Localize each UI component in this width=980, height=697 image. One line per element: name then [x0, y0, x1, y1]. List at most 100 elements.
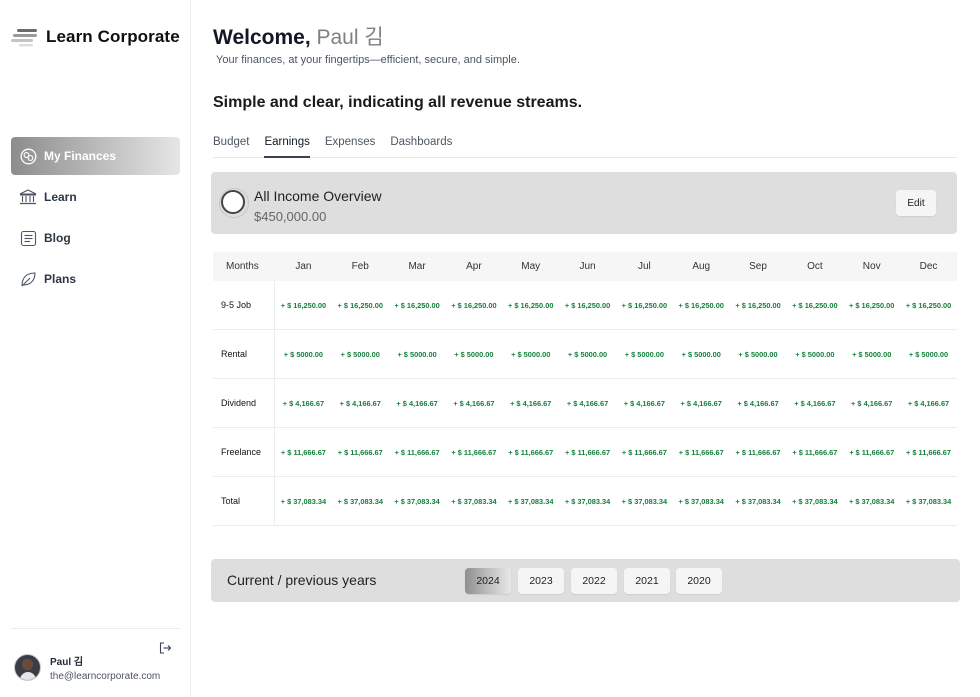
table-cell: + $ 5000.00 — [454, 349, 494, 359]
row-label: 9-5 Job — [213, 281, 275, 329]
year-button-2020[interactable]: 2020 — [676, 568, 722, 594]
tab-dashboards[interactable]: Dashboards — [390, 134, 452, 157]
table-cell: + $ 5000.00 — [852, 349, 892, 359]
table-cell: + $ 4,166.67 — [907, 398, 950, 408]
table-cell: + $ 37,083.34 — [564, 496, 611, 506]
tab-expenses[interactable]: Expenses — [325, 134, 376, 157]
table-cell: + $ 37,083.34 — [848, 496, 895, 506]
table-cell: + $ 4,166.67 — [737, 398, 779, 408]
table-cell: + $ 37,083.34 — [621, 496, 668, 506]
month-header: Feb — [351, 261, 369, 272]
table-cell: + $ 4,166.67 — [566, 398, 609, 408]
table-cell: + $ 11,666.67 — [678, 447, 724, 457]
table-cell: + $ 11,666.67 — [337, 447, 383, 457]
sidebar-item-label: Learn — [44, 190, 77, 204]
section-title: Simple and clear, indicating all revenue… — [213, 94, 583, 111]
sidebar-item-my-finances[interactable]: My Finances — [11, 137, 180, 175]
table-cell: + $ 5000.00 — [908, 349, 949, 359]
overview-amount: $450,000.00 — [254, 209, 327, 224]
months-header: Months — [226, 261, 259, 272]
sidebar-item-learn[interactable]: Learn — [11, 178, 180, 216]
year-button-2021[interactable]: 2021 — [624, 568, 670, 594]
month-header: Aug — [692, 261, 711, 272]
table-cell: + $ 4,166.67 — [623, 398, 666, 408]
table-cell: + $ 5000.00 — [567, 349, 608, 359]
table-row: Dividend + $ 4,166.67 + $ 4,166.67 + $ 4,16… — [213, 379, 957, 428]
table-cell: + $ 11,666.67 — [792, 447, 838, 457]
table-cell: + $ 11,666.67 — [451, 447, 497, 457]
earnings-table: Months Jan Feb Mar Apr May Jun Jul Aug Sep Oct Nov… — [213, 252, 957, 526]
leaf-icon — [19, 270, 37, 288]
tab-earnings[interactable]: Earnings — [264, 134, 311, 158]
table-cell: + $ 16,250.00 — [280, 300, 327, 310]
table-cell: + $ 5000.00 — [397, 349, 437, 359]
overview-radio[interactable] — [219, 188, 249, 218]
page-title: Welcome, Paul 김 — [213, 21, 384, 51]
tab-budget[interactable]: Budget — [213, 134, 249, 157]
sidebar-item-label: Blog — [44, 231, 71, 245]
welcome-label: Welcome, — [213, 26, 311, 49]
table-cell: + $ 16,250.00 — [508, 300, 554, 310]
edit-button[interactable]: Edit — [896, 190, 936, 216]
income-overview-card: All Income Overview $450,000.00 Edit — [211, 172, 957, 234]
table-cell: + $ 16,250.00 — [337, 300, 383, 310]
table-row: Freelance + $ 11,666.67 + $ 11,666.67 + $ 1… — [213, 428, 957, 477]
sidebar-nav: My Finances Learn Blog Plans — [11, 137, 180, 301]
years-title: Current / previous years — [227, 572, 377, 588]
table-cell: + $ 37,083.34 — [508, 496, 554, 506]
table-cell: + $ 37,083.34 — [735, 496, 781, 506]
avatar — [14, 654, 41, 681]
sidebar: Learn Corporate My Finances Learn Blog P… — [0, 0, 191, 697]
brand-logo[interactable]: Learn Corporate — [11, 26, 180, 48]
sidebar-item-label: My Finances — [44, 149, 117, 163]
month-header: Sep — [749, 261, 767, 272]
table-cell: + $ 16,250.00 — [792, 300, 838, 310]
table-cell: + $ 37,083.34 — [451, 496, 497, 506]
row-label: Total — [213, 477, 275, 525]
user-email: the@learncorporate.com — [50, 671, 161, 682]
years-bar: Current / previous years 2024 2023 2022 … — [211, 559, 960, 602]
table-cell: + $ 4,166.67 — [453, 398, 495, 408]
year-button-2024[interactable]: 2024 — [465, 568, 511, 594]
table-cell: + $ 4,166.67 — [680, 398, 722, 408]
year-button-2022[interactable]: 2022 — [571, 568, 617, 594]
tab-bar: Budget Earnings Expenses Dashboards — [213, 134, 957, 158]
table-cell: + $ 4,166.67 — [851, 398, 893, 408]
month-header: Dec — [919, 261, 938, 272]
table-cell: + $ 16,250.00 — [678, 300, 724, 310]
tagline: Your finances, at your fingertips—effici… — [216, 54, 520, 66]
table-cell: + $ 16,250.00 — [848, 300, 895, 310]
main-content: Welcome, Paul 김 Your finances, at your f… — [191, 0, 980, 697]
sidebar-item-plans[interactable]: Plans — [11, 260, 180, 298]
sidebar-item-blog[interactable]: Blog — [11, 219, 180, 257]
month-header: May — [521, 261, 541, 272]
table-cell: + $ 16,250.00 — [564, 300, 611, 310]
row-label: Dividend — [213, 379, 275, 427]
table-cell: + $ 4,166.67 — [510, 398, 552, 408]
table-cell: + $ 16,250.00 — [394, 300, 440, 310]
month-header: Oct — [807, 261, 823, 272]
month-header: Jan — [295, 261, 312, 272]
brand-mark-icon — [11, 29, 37, 47]
table-cell: + $ 4,166.67 — [339, 398, 381, 408]
sidebar-divider — [11, 628, 180, 629]
table-cell: + $ 5000.00 — [511, 349, 551, 359]
table-cell: + $ 11,666.67 — [735, 447, 781, 457]
month-header: Jun — [579, 261, 596, 272]
row-label: Freelance — [213, 428, 275, 476]
table-cell: + $ 16,250.00 — [905, 300, 952, 310]
table-cell: + $ 5000.00 — [283, 349, 324, 359]
table-cell: + $ 11,666.67 — [280, 447, 326, 457]
table-cell: + $ 37,083.34 — [792, 496, 838, 506]
year-button-2023[interactable]: 2023 — [518, 568, 564, 594]
table-cell: + $ 11,666.67 — [565, 447, 611, 457]
month-header: Apr — [466, 261, 482, 272]
overview-title: All Income Overview — [254, 188, 382, 204]
blog-icon — [19, 229, 37, 247]
table-cell: + $ 16,250.00 — [621, 300, 668, 310]
table-cell: + $ 11,666.67 — [849, 447, 895, 457]
table-cell: + $ 5000.00 — [795, 349, 835, 359]
user-profile[interactable]: Paul 김 the@learncorporate.com — [14, 653, 160, 682]
table-cell: + $ 5000.00 — [624, 349, 664, 359]
month-header: Jul — [637, 261, 651, 272]
